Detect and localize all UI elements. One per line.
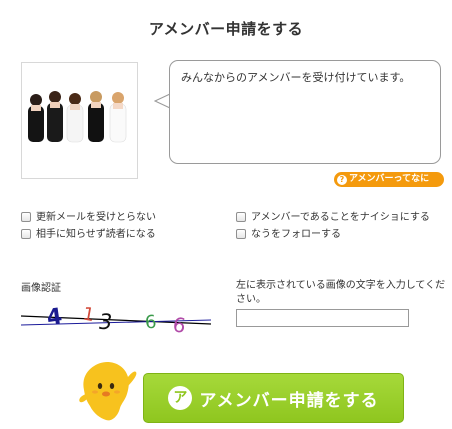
message-bubble: みんなからのアメンバーを受け付けています。 bbox=[169, 60, 441, 164]
profile-photo[interactable] bbox=[21, 62, 138, 179]
submit-button-label: アメンバー申請をする bbox=[199, 390, 379, 411]
captcha-image: 4 1 3 6 6 bbox=[21, 303, 211, 338]
option-label: 更新メールを受けとらない bbox=[36, 212, 156, 223]
page-title: アメンバー申請をする bbox=[148, 20, 304, 38]
captcha-label: 画像認証 bbox=[21, 283, 61, 294]
option-label: 相手に知らせず読者になる bbox=[36, 229, 156, 240]
captcha-char: 6 bbox=[171, 312, 187, 338]
person-1 bbox=[28, 94, 44, 142]
question-circle-icon: ? bbox=[337, 175, 347, 185]
option-label: なうをフォローする bbox=[251, 229, 341, 240]
help-link-label: アメンバーってなに bbox=[349, 174, 430, 184]
person-3 bbox=[66, 93, 84, 143]
option-label: アメンバーであることをナイショにする bbox=[251, 212, 430, 223]
option-no-update-mail[interactable]: 更新メールを受けとらない bbox=[21, 211, 156, 225]
option-follow-now[interactable]: なうをフォローする bbox=[236, 228, 341, 242]
checkbox[interactable] bbox=[236, 212, 246, 222]
captcha-char: 6 bbox=[144, 311, 158, 333]
person-4 bbox=[88, 91, 104, 142]
checkbox[interactable] bbox=[21, 229, 31, 239]
ameba-logo-icon: ア bbox=[168, 386, 193, 410]
ameba-mascot-icon bbox=[79, 362, 137, 421]
person-2 bbox=[47, 91, 63, 142]
group-photo-image bbox=[22, 63, 137, 178]
option-read-silently[interactable]: 相手に知らせず読者になる bbox=[21, 228, 156, 242]
submit-amember-request-button[interactable]: アアメンバー申請をする bbox=[143, 373, 404, 423]
checkbox[interactable] bbox=[21, 212, 31, 222]
person-5 bbox=[109, 92, 127, 143]
option-keep-secret[interactable]: アメンバーであることをナイショにする bbox=[236, 211, 430, 225]
captcha-char: 4 bbox=[45, 304, 64, 331]
captcha-input[interactable] bbox=[236, 309, 409, 327]
captcha-instruction: 左に表示されている画像の文字を入力してください。 bbox=[236, 280, 446, 305]
profile-message: みんなからのアメンバーを受け付けています。 bbox=[181, 71, 411, 84]
captcha-char: 3 bbox=[99, 310, 112, 334]
what-is-amember-link[interactable]: ? アメンバーってなに bbox=[334, 172, 444, 187]
checkbox[interactable] bbox=[236, 229, 246, 239]
